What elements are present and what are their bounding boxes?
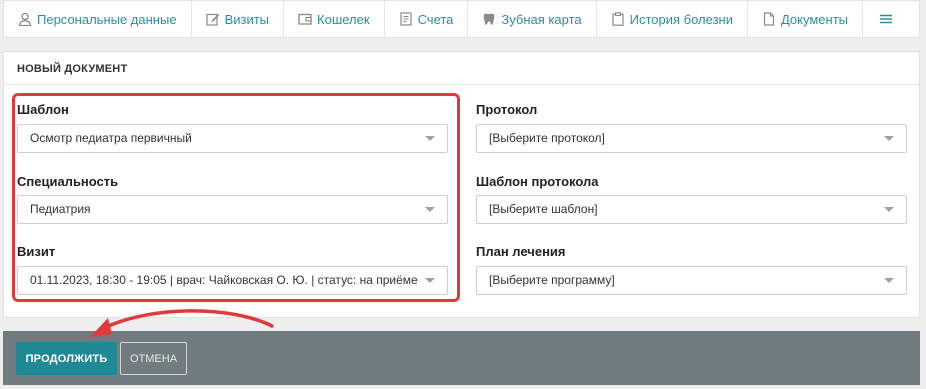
tab-dental-chart[interactable]: Зубная карта bbox=[468, 1, 597, 37]
menu-icon bbox=[879, 12, 893, 26]
tab-medical-history[interactable]: История болезни bbox=[597, 1, 748, 37]
chevron-down-icon bbox=[884, 278, 894, 283]
document-icon bbox=[762, 12, 776, 26]
protocol-template-label: Шаблон протокола bbox=[476, 174, 599, 189]
treatment-plan-select[interactable]: [Выберите программу] bbox=[476, 266, 907, 295]
tab-label: Зубная карта bbox=[501, 11, 582, 27]
tab-label: Документы bbox=[780, 11, 848, 27]
user-icon bbox=[18, 12, 32, 26]
card-title: НОВЫЙ ДОКУМЕНТ bbox=[4, 52, 919, 85]
tab-label: Визиты bbox=[224, 11, 270, 27]
cancel-button[interactable]: ОТМЕНА bbox=[120, 342, 187, 375]
edit-icon bbox=[205, 12, 220, 26]
tab-visits[interactable]: Визиты bbox=[192, 1, 285, 37]
protocol-select[interactable]: [Выберите протокол] bbox=[476, 124, 907, 153]
treatment-plan-select-value: [Выберите программу] bbox=[489, 273, 615, 287]
protocol-label: Протокол bbox=[476, 102, 538, 117]
clipboard-icon bbox=[611, 12, 625, 26]
chevron-down-icon bbox=[884, 207, 894, 212]
chevron-down-icon bbox=[884, 136, 894, 141]
invoice-icon bbox=[399, 12, 413, 26]
protocol-template-select-value: [Выберите шаблон] bbox=[489, 202, 598, 216]
tab-personal-data[interactable]: Персональные данные bbox=[4, 1, 192, 37]
tab-documents[interactable]: Документы bbox=[748, 1, 863, 37]
tab-label: Счета bbox=[417, 11, 454, 27]
protocol-select-value: [Выберите протокол] bbox=[489, 131, 605, 145]
form-footer: ПРОДОЛЖИТЬ ОТМЕНА bbox=[3, 331, 920, 385]
protocol-template-select[interactable]: [Выберите шаблон] bbox=[476, 195, 907, 224]
continue-button[interactable]: ПРОДОЛЖИТЬ bbox=[16, 342, 117, 375]
tooth-icon bbox=[482, 12, 496, 26]
tab-label: Персональные данные bbox=[37, 11, 177, 27]
wallet-icon bbox=[298, 12, 312, 26]
tab-label: История болезни bbox=[629, 11, 733, 27]
tab-invoices[interactable]: Счета bbox=[385, 1, 469, 37]
annotation-highlight-box bbox=[12, 93, 460, 302]
tab-wallet[interactable]: Кошелек bbox=[284, 1, 385, 37]
treatment-plan-label: План лечения bbox=[476, 244, 566, 259]
tab-label: Кошелек bbox=[317, 11, 370, 27]
tab-more-menu[interactable] bbox=[863, 1, 909, 37]
patient-tab-bar: Персональные данные Визиты Кошелек Счета… bbox=[3, 0, 920, 38]
